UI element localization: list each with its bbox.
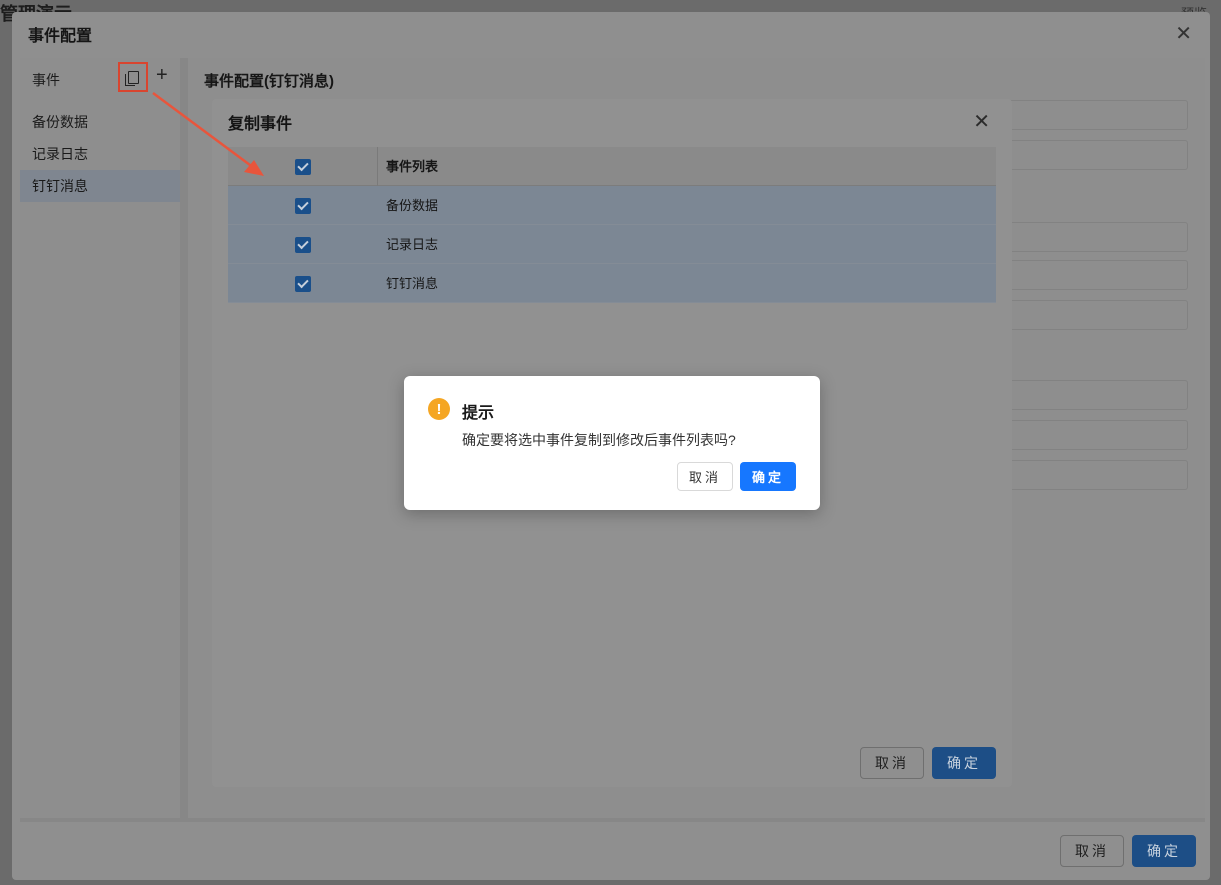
select-field[interactable] [988, 460, 1188, 490]
event-list-label: 事件 [32, 72, 60, 88]
row-label: 备份数据 [386, 198, 439, 213]
prompt-message: 确定要将选中事件复制到修改后事件列表吗? [462, 432, 736, 448]
row-check-cell [228, 264, 378, 303]
copy-cancel-button[interactable]: 取消 [860, 747, 924, 779]
outer-cancel-button[interactable]: 取消 [1060, 835, 1124, 867]
event-list-panel: 事件 + 备份数据 记录日志 钉钉消息 [20, 58, 180, 818]
select-field[interactable] [988, 140, 1188, 170]
select-all-checkbox[interactable] [294, 158, 311, 175]
event-item-active[interactable]: 钉钉消息 [20, 170, 180, 202]
event-list-header: 事件 + [20, 58, 180, 96]
prompt-ok-button[interactable]: 确定 [740, 462, 796, 491]
event-item[interactable]: 记录日志 [20, 138, 180, 170]
prompt-cancel-button[interactable]: 取消 [677, 462, 733, 491]
add-icon[interactable]: + [156, 64, 168, 87]
event-item[interactable]: 备份数据 [20, 106, 180, 138]
event-detail-title: 事件配置(钉钉消息) [204, 73, 334, 90]
input-field[interactable] [988, 300, 1188, 330]
outer-ok-button[interactable]: 确定 [1132, 835, 1196, 867]
table-header-row: 事件列表 [228, 147, 996, 186]
prompt-title: 提示 [462, 405, 495, 422]
event-table: 事件列表 备份数据 记录日志 钉钉消息 [228, 147, 996, 303]
input-field[interactable] [988, 420, 1188, 450]
table-row[interactable]: 钉钉消息 [228, 264, 996, 303]
row-checkbox[interactable] [295, 275, 311, 292]
confirm-prompt-dialog: ! 提示 确定要将选中事件复制到修改后事件列表吗? 取消 确定 [404, 376, 820, 510]
dialog-footer: 取消 确定 [12, 824, 1210, 880]
dialog-title: 事件配置 [28, 28, 93, 45]
copy-ok-button[interactable]: 确定 [932, 747, 996, 779]
select-field[interactable] [988, 260, 1188, 290]
select-all-cell [228, 147, 378, 186]
input-field[interactable] [988, 222, 1188, 252]
close-icon[interactable]: ✕ [1175, 21, 1192, 46]
table-row[interactable]: 记录日志 [228, 225, 996, 264]
row-check-cell [228, 186, 378, 225]
column-header: 事件列表 [386, 159, 439, 174]
row-checkbox[interactable] [295, 197, 311, 214]
row-check-cell [228, 225, 378, 264]
row-label: 钉钉消息 [386, 276, 439, 291]
dialog-header: 事件配置 ✕ [12, 12, 1210, 52]
copy-dialog-title: 复制事件 [228, 116, 293, 133]
select-field[interactable] [988, 380, 1188, 410]
table-row[interactable]: 备份数据 [228, 186, 996, 225]
copy-icon[interactable] [118, 62, 148, 92]
row-label: 记录日志 [386, 237, 439, 252]
warning-icon: ! [428, 398, 450, 420]
close-icon[interactable]: ✕ [973, 109, 990, 134]
select-field[interactable] [988, 100, 1188, 130]
row-checkbox[interactable] [295, 236, 311, 253]
